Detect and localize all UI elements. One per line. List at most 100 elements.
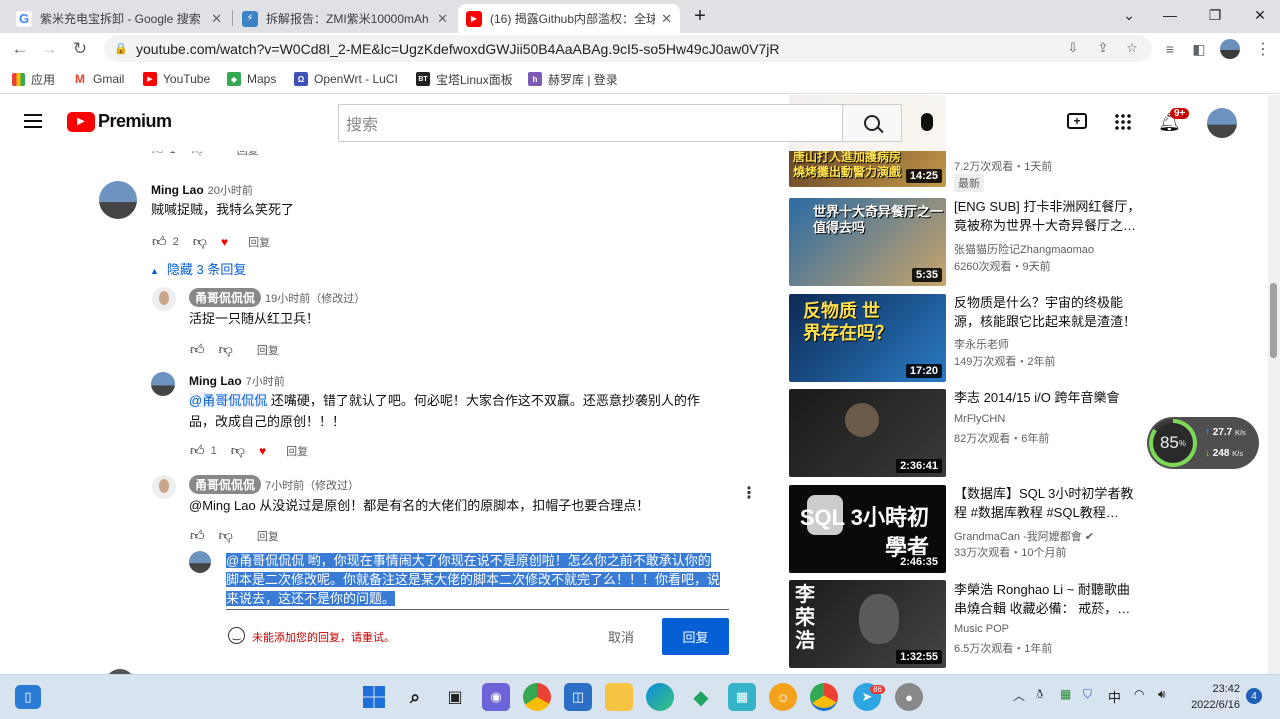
wifi-icon[interactable]: ◠: [1134, 687, 1144, 701]
channel-name[interactable]: GrandmaCan -我阿嬤都會 ✔: [954, 528, 1094, 544]
bookmark-openwrt[interactable]: Ω OpenWrt - LuCI: [294, 71, 398, 87]
account-avatar[interactable]: [1207, 108, 1237, 138]
reply-button[interactable]: 回复: [248, 234, 270, 250]
dislike-icon[interactable]: 👎︎: [193, 233, 207, 250]
author-name[interactable]: Ming Lao: [151, 183, 204, 197]
reading-list-icon[interactable]: ≡: [1158, 37, 1182, 61]
new-tab-button[interactable]: +: [688, 4, 712, 28]
author-chip[interactable]: 甬哥侃侃侃: [189, 475, 262, 494]
cancel-button[interactable]: 取消: [594, 619, 648, 653]
install-icon[interactable]: ⇩: [1064, 39, 1082, 57]
profile-avatar[interactable]: [1220, 39, 1240, 59]
bookmark-apps[interactable]: 应用: [12, 71, 55, 87]
chrome-icon[interactable]: [523, 683, 551, 711]
task-view-icon[interactable]: ▣: [441, 683, 469, 711]
close-window-icon[interactable]: ✕: [1240, 4, 1280, 26]
apps-icon[interactable]: [1114, 113, 1131, 130]
like-icon[interactable]: 👍︎: [190, 527, 205, 544]
like-icon[interactable]: 👍︎: [190, 341, 205, 358]
dislike-icon[interactable]: 👎︎: [219, 527, 233, 544]
reply-button[interactable]: 回复: [257, 528, 279, 544]
tray-app-icon[interactable]: ▦: [1060, 687, 1071, 701]
minimize-icon[interactable]: —: [1150, 4, 1190, 26]
edge-icon[interactable]: [646, 683, 674, 711]
volume-icon[interactable]: 🔊︎: [1158, 687, 1166, 702]
reply-button[interactable]: 回复: [286, 443, 308, 459]
avatar[interactable]: [152, 475, 176, 499]
video-thumbnail[interactable]: 2:36:41: [789, 389, 946, 477]
video-thumbnail[interactable]: 李 荣 浩 1:32:55: [789, 580, 946, 668]
hamburger-menu-icon[interactable]: [24, 114, 42, 128]
restore-icon[interactable]: ❐: [1195, 4, 1235, 26]
tab-teardown-report[interactable]: ⚡ 拆解报告：ZMI紫米10000mAh ✕: [234, 4, 456, 33]
video-thumbnail[interactable]: 反物质 世界存在吗？ 17:20: [789, 294, 946, 382]
bookmark-star-icon[interactable]: ☆: [1123, 39, 1141, 57]
video-thumbnail[interactable]: SQL 3小時初學者 2:46:35: [789, 485, 946, 573]
share-icon[interactable]: ⇪: [1094, 39, 1112, 57]
tray-qq-icon[interactable]: 🐧︎: [1036, 687, 1043, 703]
author-chip[interactable]: 甬哥侃侃侃: [189, 288, 262, 307]
app-globe-icon[interactable]: ●: [895, 683, 923, 711]
voice-search-icon[interactable]: [921, 113, 933, 131]
create-video-icon[interactable]: +: [1067, 113, 1087, 129]
chrome-active-icon[interactable]: [810, 683, 838, 711]
app-diamond-icon[interactable]: ◆: [687, 683, 715, 711]
video-title[interactable]: 李志 2014/15 i/O 跨年音樂會: [954, 388, 1144, 407]
clock[interactable]: 23:42 2022/6/16: [1180, 681, 1240, 713]
network-monitor-widget[interactable]: 85% ↑ 27.7 K/s ↓ 248 K/s: [1147, 417, 1259, 469]
widgets-icon[interactable]: ▯: [15, 685, 41, 709]
channel-name[interactable]: Music POP: [954, 623, 1009, 635]
author-name[interactable]: Ming Lao: [189, 374, 242, 388]
comment-time[interactable]: 7小时前（修改过）: [265, 480, 359, 492]
page-scrollbar[interactable]: [1268, 95, 1280, 674]
youtube-logo[interactable]: ▶ Premium: [67, 111, 172, 132]
more-options-icon[interactable]: ⋮: [741, 483, 757, 503]
avatar[interactable]: [99, 181, 137, 219]
like-icon[interactable]: 👍︎: [190, 442, 205, 459]
hide-replies-toggle[interactable]: ▲ 隐藏 3 条回复: [150, 259, 246, 278]
app-face-icon[interactable]: ☺: [769, 683, 797, 711]
video-title[interactable]: [ENG SUB] 打卡非洲网红餐厅，竟被称为世界十大奇异餐厅之…: [954, 197, 1144, 235]
channel-name[interactable]: MrFlyCHN: [954, 413, 1005, 425]
teams-chat-icon[interactable]: ◉: [482, 683, 510, 711]
close-icon[interactable]: ✕: [661, 11, 672, 27]
notification-count[interactable]: 4: [1246, 688, 1262, 704]
search-button[interactable]: [842, 104, 902, 142]
search-input[interactable]: 搜索: [338, 104, 843, 142]
close-icon[interactable]: ✕: [437, 11, 448, 27]
forward-icon[interactable]: →: [37, 37, 61, 61]
tab-youtube[interactable]: ▶ (16) 揭露Github内部滥权：全球 ✕: [458, 4, 680, 33]
address-bar[interactable]: 🔒 youtube.com/watch?v=W0Cd8I_2-ME&lc=Ugz…: [104, 35, 1152, 62]
tray-chevron-icon[interactable]: ︿: [1013, 687, 1025, 704]
reload-icon[interactable]: ↻: [68, 37, 92, 61]
comment-time[interactable]: 7小时前: [246, 376, 285, 388]
app-cube-icon[interactable]: ▦: [728, 683, 756, 711]
bookmark-gmail[interactable]: M Gmail: [73, 71, 124, 87]
channel-name[interactable]: 张猫猫历险记Zhangmaomao: [954, 241, 1094, 257]
store-icon[interactable]: ◫: [564, 683, 592, 711]
tray-shield-icon[interactable]: ⛉: [1083, 687, 1092, 702]
search-icon[interactable]: ⌕: [401, 683, 429, 711]
avatar[interactable]: [152, 287, 176, 311]
tab-search-icon[interactable]: ⌄: [1109, 4, 1149, 26]
comment-time[interactable]: 20小时前: [208, 185, 253, 197]
mention-link[interactable]: @甬哥侃侃侃: [189, 393, 268, 408]
close-icon[interactable]: ✕: [211, 11, 222, 27]
input-method-indicator[interactable]: 中: [1108, 687, 1121, 706]
scrollbar-thumb[interactable]: [1270, 283, 1277, 358]
avatar[interactable]: [151, 372, 175, 396]
channel-name[interactable]: 李永乐老师: [954, 336, 1009, 352]
submit-reply-button[interactable]: 回复: [662, 618, 729, 655]
start-icon[interactable]: [360, 683, 388, 711]
tab-google-search[interactable]: G 紫米充电宝拆卸 - Google 搜索 ✕: [8, 4, 230, 33]
file-explorer-icon[interactable]: [605, 683, 633, 711]
bookmark-youtube[interactable]: ▶ YouTube: [143, 71, 210, 87]
menu-icon[interactable]: ⋮: [1251, 37, 1275, 61]
like-icon[interactable]: 👍︎: [152, 233, 167, 250]
bookmark-baota[interactable]: BT 宝塔Linux面板: [416, 71, 513, 87]
bookmark-heroku[interactable]: h 赫罗库 | 登录: [528, 71, 618, 87]
reply-button[interactable]: 回复: [257, 342, 279, 358]
comment-time[interactable]: 19小时前（修改过）: [265, 293, 365, 305]
video-title[interactable]: 李榮浩 Ronghao Li ~ 耐聽歌曲 串燒合輯 收藏必備： 戒菸，…: [954, 580, 1144, 618]
video-title[interactable]: 反物质是什么？宇宙的终极能源，核能跟它比起来就是渣渣！: [954, 293, 1144, 331]
